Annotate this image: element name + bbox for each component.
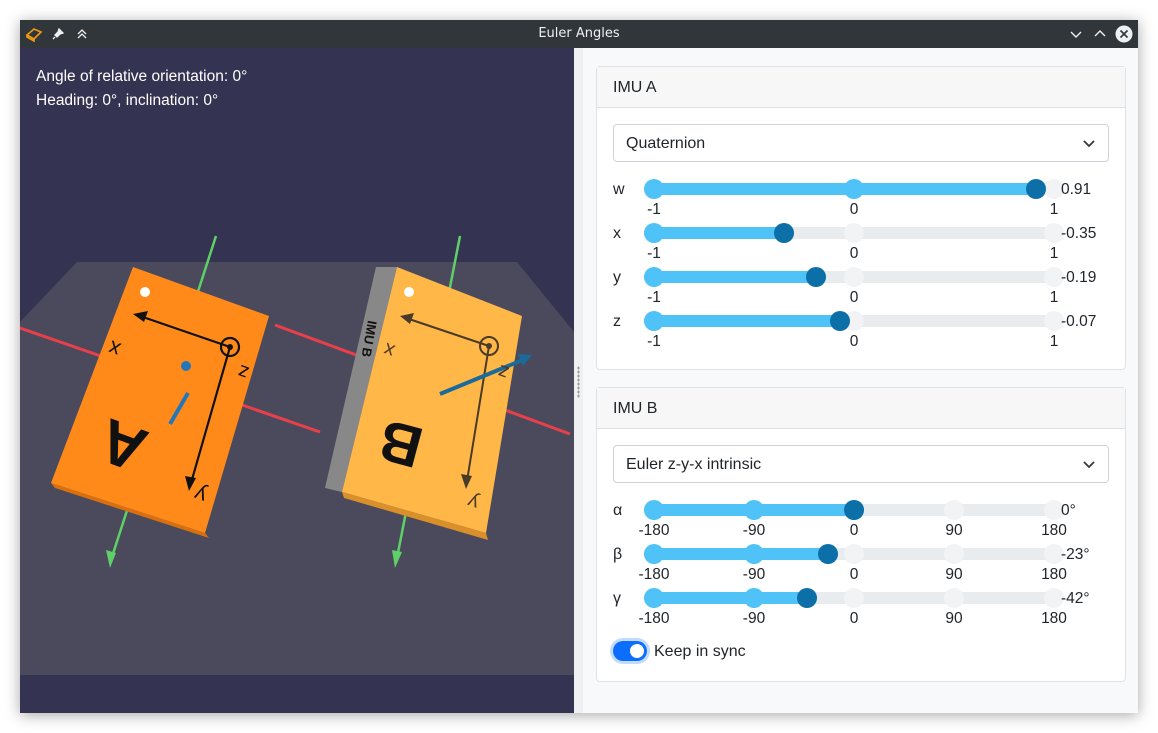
- slider-tick-mark: [944, 500, 964, 520]
- slider-tick-mark: [844, 179, 864, 199]
- slider-tick-label: -1: [647, 201, 661, 218]
- chevron-down-icon: [1082, 136, 1096, 155]
- slider-tick-label: 0: [849, 566, 859, 583]
- relative-orientation-text: Angle of relative orientation: 0°: [36, 68, 248, 85]
- keep-in-sync-toggle[interactable]: [613, 641, 647, 661]
- slider-label: γ: [613, 590, 621, 607]
- toggle-knob: [630, 644, 644, 658]
- slider-tick-label: 180: [1041, 522, 1067, 539]
- slider-tick-mark: [844, 588, 864, 608]
- splitter-grip-icon: [577, 366, 580, 398]
- slider-tick-label: 180: [1041, 610, 1067, 627]
- slider-value: 0.91: [1061, 181, 1092, 198]
- slider-value: -0.35: [1061, 225, 1097, 242]
- slider-thumb[interactable]: [806, 267, 826, 287]
- app-window: Euler Angles x y z A x y z B IMU B Angle…: [20, 20, 1138, 713]
- slider-tick-mark: [644, 544, 664, 564]
- slider-tick-mark: [644, 223, 664, 243]
- slider-fill: [644, 592, 818, 604]
- close-icon[interactable]: [1114, 24, 1134, 44]
- slider-fill: [644, 227, 794, 239]
- slider-tick-label: -180: [638, 566, 670, 583]
- slider-tick-label: 1: [1049, 201, 1059, 218]
- slider-tick-label: 0: [849, 201, 859, 218]
- slider-thumb[interactable]: [844, 500, 864, 520]
- slider-tick-mark: [644, 267, 664, 287]
- slider-tick-label: 0: [849, 610, 859, 627]
- slider-tick-label: 90: [945, 566, 963, 583]
- imu-a-title: IMU A: [597, 67, 1125, 108]
- imu-a-card: IMU A Quaternion w -1 0 1 0.91 x -1 0 1 -0.35 y -1 0…: [596, 66, 1126, 370]
- slider-value: -23°: [1061, 546, 1090, 563]
- slider-value: -0.19: [1061, 269, 1097, 286]
- slider-tick-label: 0: [849, 522, 859, 539]
- slider-value: -0.07: [1061, 313, 1097, 330]
- imu-b-title: IMU B: [597, 388, 1125, 429]
- title-bar: Euler Angles: [20, 20, 1138, 48]
- chevron-down-icon: [1082, 457, 1096, 476]
- control-panel: IMU A Quaternion w -1 0 1 0.91 x -1 0 1 -0.35 y -1 0…: [583, 48, 1138, 713]
- slider-tick-label: -180: [638, 522, 670, 539]
- slider-fill: [644, 271, 826, 283]
- slider-tick-label: 0: [849, 245, 859, 262]
- slider-tick-mark: [644, 179, 664, 199]
- slider-value: 0°: [1061, 502, 1076, 519]
- slider-tick-label: 1: [1049, 333, 1059, 350]
- slider-label: x: [613, 225, 621, 242]
- 3d-viewport[interactable]: x y z A x y z B IMU B Angle of relative …: [20, 48, 574, 713]
- slider-thumb[interactable]: [774, 223, 794, 243]
- slider-tick-mark: [944, 544, 964, 564]
- slider-tick-label: -1: [647, 289, 661, 306]
- maximize-icon[interactable]: [1090, 24, 1110, 44]
- scene-canvas: x y z A x y z B IMU B: [20, 235, 574, 675]
- imu-b-mode-value: Euler z-y-x intrinsic: [626, 456, 762, 473]
- slider-thumb[interactable]: [830, 311, 850, 331]
- imu-a-mode-value: Quaternion: [626, 135, 706, 152]
- slider-tick-label: -1: [647, 333, 661, 350]
- slider-value: -42°: [1061, 590, 1090, 607]
- slider-label: z: [613, 313, 621, 330]
- slider-tick-mark: [844, 223, 864, 243]
- slider-thumb[interactable]: [1026, 179, 1046, 199]
- slider-tick-label: -90: [742, 610, 766, 627]
- slider-tick-label: -90: [742, 522, 766, 539]
- slider-tick-label: 0: [849, 289, 859, 306]
- slider-tick-label: 90: [945, 610, 963, 627]
- slider-tick-label: -90: [742, 566, 766, 583]
- slider-label: y: [613, 269, 621, 286]
- slider-tick-mark: [844, 544, 864, 564]
- imu-b-mode-select[interactable]: Euler z-y-x intrinsic: [613, 445, 1109, 483]
- slider-tick-mark: [644, 311, 664, 331]
- minimize-icon[interactable]: [1066, 24, 1086, 44]
- imu-b-card: IMU B Euler z-y-x intrinsic α -180 -90 0 90 1…: [596, 387, 1126, 682]
- slider-label: β: [613, 546, 623, 563]
- slider-fill: [644, 315, 850, 327]
- slider-tick-mark: [644, 588, 664, 608]
- slider-tick-mark: [844, 267, 864, 287]
- slider-tick-mark: [744, 544, 764, 564]
- slider-tick-mark: [944, 588, 964, 608]
- slider-tick-mark: [644, 500, 664, 520]
- slider-tick-label: 1: [1049, 289, 1059, 306]
- heading-inclination-text: Heading: 0°, inclination: 0°: [36, 92, 219, 109]
- slider-tick-label: 90: [945, 522, 963, 539]
- slider-tick-label: -1: [647, 245, 661, 262]
- slider-tick-label: -180: [638, 610, 670, 627]
- slider-thumb[interactable]: [797, 588, 818, 608]
- slider-fill: [644, 548, 839, 560]
- slider-tick-mark: [744, 500, 764, 520]
- slider-thumb[interactable]: [818, 544, 839, 564]
- slider-tick-label: 1: [1049, 245, 1059, 262]
- slider-tick-label: 0: [849, 333, 859, 350]
- slider-tick-label: 180: [1041, 566, 1067, 583]
- imu-a-mode-select[interactable]: Quaternion: [613, 124, 1109, 162]
- keep-in-sync-label: Keep in sync: [654, 643, 746, 660]
- slider-label: α: [613, 502, 623, 519]
- slider-label: w: [613, 181, 625, 198]
- panel-splitter[interactable]: [574, 48, 583, 713]
- slider-tick-mark: [744, 588, 764, 608]
- window-title: Euler Angles: [538, 26, 620, 41]
